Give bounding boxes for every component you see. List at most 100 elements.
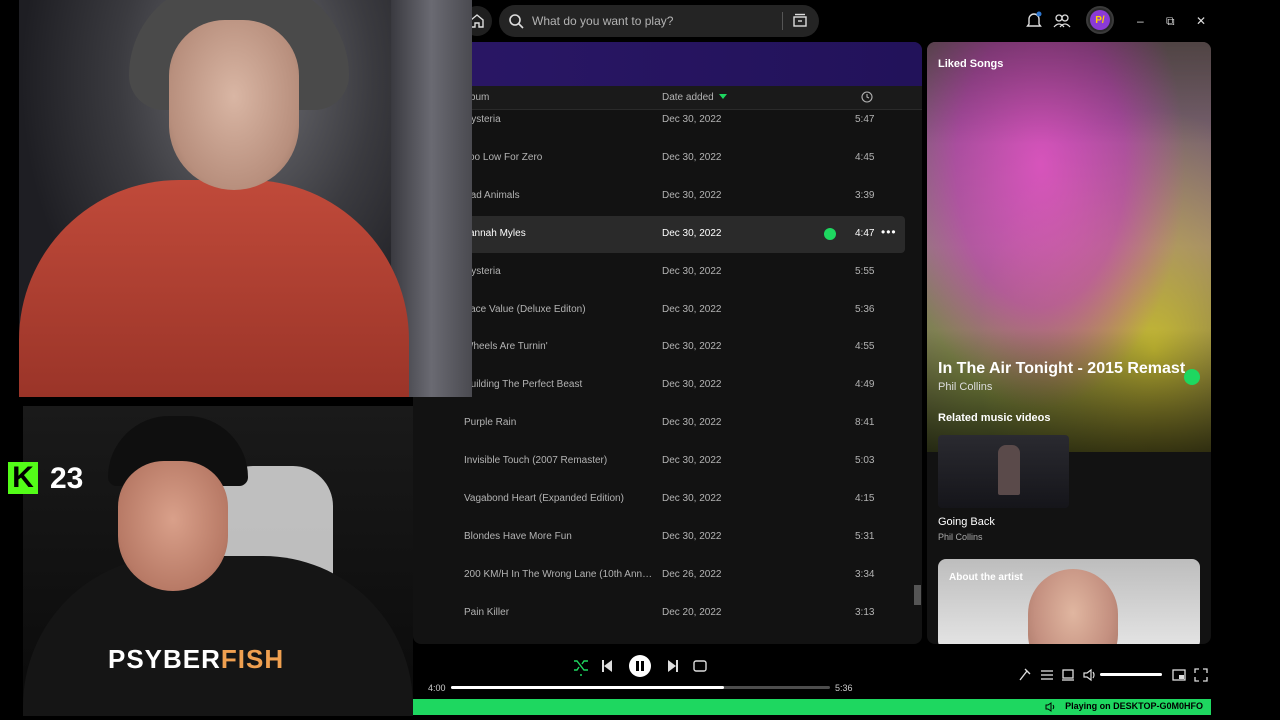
shirt-logo: PSYBERFISH xyxy=(108,644,284,675)
miniplayer-icon[interactable] xyxy=(1172,665,1186,685)
progress-bar[interactable] xyxy=(451,686,830,689)
table-row[interactable]: The Deana Carter CollectionDec 20, 20224… xyxy=(413,633,905,644)
speaker-icon xyxy=(1045,702,1055,712)
table-row[interactable]: Pain Killer Dec 20, 2022 3:13 xyxy=(413,595,905,632)
table-row[interactable]: Purple Rain Dec 30, 2022 8:41 xyxy=(413,405,905,442)
shuffle-icon[interactable] xyxy=(573,656,589,676)
bell-icon[interactable] xyxy=(1026,10,1042,32)
avatar[interactable]: P/ xyxy=(1086,6,1114,34)
row-album[interactable]: Hysteria xyxy=(464,266,654,277)
table-row[interactable]: Hysteria Dec 30, 2022 5:47 xyxy=(413,110,905,139)
row-date-added: Dec 30, 2022 xyxy=(662,303,722,315)
row-date-added: Dec 30, 2022 xyxy=(662,189,722,201)
table-row[interactable]: Face Value (Deluxe Editon) Dec 30, 2022 5:… xyxy=(413,292,905,329)
row-album[interactable]: Jannah Myles xyxy=(464,228,654,239)
column-header: Album Date added xyxy=(413,86,922,110)
row-album[interactable]: Invisible Touch (2007 Remaster) xyxy=(464,455,654,466)
device-icon[interactable] xyxy=(1061,665,1075,685)
row-album[interactable]: Bad Animals xyxy=(464,190,654,201)
total-time: 5:36 xyxy=(835,683,853,693)
check-icon[interactable] xyxy=(824,227,836,240)
row-duration: 5:36 xyxy=(855,303,875,315)
maximize-icon[interactable]: ⧉ xyxy=(1166,14,1175,28)
row-duration: 8:41 xyxy=(855,417,875,429)
more-icon[interactable]: ••• xyxy=(881,225,897,239)
row-date-added: Dec 26, 2022 xyxy=(662,568,722,580)
about-artist-card[interactable]: About the artist xyxy=(938,559,1200,644)
prev-icon[interactable] xyxy=(601,656,613,676)
close-icon[interactable]: ✕ xyxy=(1196,14,1206,28)
table-row[interactable]: Building The Perfect Beast Dec 30, 2022 4:… xyxy=(413,367,905,404)
row-album[interactable]: Hysteria xyxy=(464,114,654,125)
row-date-added: Dec 30, 2022 xyxy=(662,151,722,163)
artist-photo xyxy=(1028,569,1118,644)
table-row[interactable]: Blondes Have More Fun Dec 30, 2022 5:31 xyxy=(413,519,905,556)
repeat-icon[interactable] xyxy=(693,656,707,676)
shirt-logo-a: PSYBER xyxy=(108,644,221,674)
fullscreen-icon[interactable] xyxy=(1194,665,1208,685)
row-duration: 5:03 xyxy=(855,455,875,467)
video-title[interactable]: Going Back xyxy=(938,516,995,528)
minimize-icon[interactable]: – xyxy=(1137,14,1144,28)
search-bar[interactable] xyxy=(499,5,819,37)
friends-icon[interactable] xyxy=(1053,10,1071,32)
person-shirt xyxy=(19,180,409,397)
check-icon[interactable] xyxy=(1184,369,1200,385)
search-input[interactable] xyxy=(532,14,772,28)
date-added-column-header[interactable]: Date added xyxy=(662,92,714,103)
row-date-added: Dec 30, 2022 xyxy=(662,417,722,429)
row-album[interactable]: Wheels Are Turnin' xyxy=(464,341,654,352)
video-artist[interactable]: Phil Collins xyxy=(938,532,983,542)
row-date-added: Dec 30, 2022 xyxy=(662,493,722,504)
avatar-badge: P/ xyxy=(1090,10,1110,30)
table-row[interactable]: Too Low For Zero Dec 30, 2022 4:45 xyxy=(413,140,905,177)
row-album[interactable]: Vagabond Heart (Expanded Edition) xyxy=(464,493,654,504)
playlist-header-banner xyxy=(413,42,922,86)
now-playing-title[interactable]: In The Air Tonight - 2015 Remast xyxy=(938,360,1185,378)
next-icon[interactable] xyxy=(667,656,679,676)
device-banner[interactable]: Playing on DESKTOP-G0M0HFO xyxy=(413,699,1211,715)
volume-slider[interactable] xyxy=(1100,673,1162,676)
table-row[interactable]: Wheels Are Turnin' Dec 30, 2022 4:55 xyxy=(413,329,905,366)
row-duration: 4:49 xyxy=(855,379,875,391)
lyrics-icon[interactable] xyxy=(1018,665,1032,685)
browse-icon[interactable] xyxy=(792,12,808,28)
video-thumbnail[interactable] xyxy=(938,435,1069,508)
webcam-top xyxy=(19,0,472,397)
row-album[interactable]: Pain Killer xyxy=(464,607,654,618)
webcam-bottom: PSYBERFISH xyxy=(23,406,413,716)
search-divider xyxy=(782,12,783,30)
queue-icon[interactable] xyxy=(1040,665,1054,685)
row-album[interactable]: Blondes Have More Fun xyxy=(464,531,654,542)
row-album[interactable]: Purple Rain xyxy=(464,417,654,428)
table-row[interactable]: Vagabond Heart (Expanded Edition) Dec 30,… xyxy=(413,481,905,518)
viewer-count: 23 xyxy=(50,462,84,495)
table-row[interactable]: Invisible Touch (2007 Remaster) Dec 30, 2… xyxy=(413,443,905,480)
row-duration: 3:13 xyxy=(855,606,875,618)
row-album[interactable]: Face Value (Deluxe Editon) xyxy=(464,304,654,315)
pause-button[interactable] xyxy=(629,655,651,677)
scrollbar[interactable] xyxy=(914,585,921,605)
person-face xyxy=(118,461,228,591)
table-row[interactable]: Jannah Myles Dec 30, 2022 4:47 ••• xyxy=(413,215,905,253)
row-duration: 4:45 xyxy=(855,151,875,163)
row-date-added: Dec 30, 2022 xyxy=(662,455,722,467)
row-duration: 3:39 xyxy=(855,189,875,201)
row-date-added: Dec 30, 2022 xyxy=(662,265,722,277)
device-banner-text: Playing on DESKTOP-G0M0HFO xyxy=(1065,701,1203,711)
row-duration: 4:15 xyxy=(855,493,875,504)
pause-icon xyxy=(636,661,644,671)
now-playing-artist[interactable]: Phil Collins xyxy=(938,381,992,393)
table-row[interactable]: 200 KM/H In The Wrong Lane (10th Annive.… xyxy=(413,557,905,594)
row-album[interactable]: Building The Perfect Beast xyxy=(464,379,654,390)
table-row[interactable]: Hysteria Dec 30, 2022 5:55 xyxy=(413,254,905,291)
related-videos-heading: Related music videos xyxy=(938,412,1051,424)
panel-title[interactable]: Liked Songs xyxy=(938,58,1003,70)
volume-icon[interactable] xyxy=(1083,665,1097,685)
row-duration: 3:34 xyxy=(855,568,875,580)
row-album[interactable]: Too Low For Zero xyxy=(464,152,654,163)
row-album[interactable]: 200 KM/H In The Wrong Lane (10th Annive.… xyxy=(464,569,654,580)
clock-icon[interactable] xyxy=(861,91,873,103)
volume-fill xyxy=(1100,673,1162,676)
table-row[interactable]: Bad Animals Dec 30, 2022 3:39 xyxy=(413,178,905,215)
